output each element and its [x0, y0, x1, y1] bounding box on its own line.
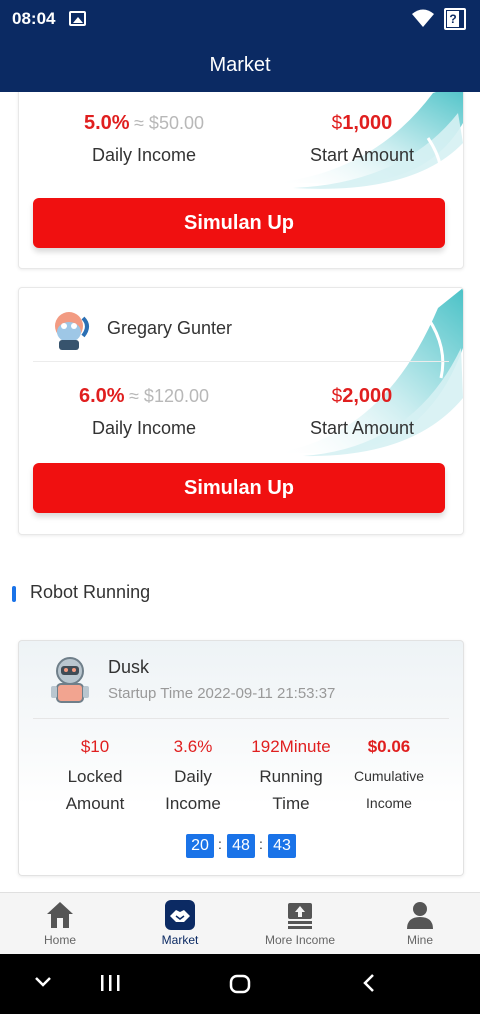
bottom-navigation: Home Market More Income Mine [0, 892, 480, 954]
section-title: Robot Running [30, 582, 151, 602]
running-robot-card[interactable]: Dusk Startup Time 2022-09-11 21:53:37 $1… [18, 640, 464, 876]
wifi-icon [412, 9, 434, 27]
daily-income-label: Daily Income [91, 145, 197, 165]
recent-apps-icon[interactable] [99, 974, 121, 992]
home-circle-icon[interactable] [229, 974, 251, 994]
start-amount-label: Start Amount [309, 418, 415, 438]
start-amount-value: 2,000 [342, 385, 393, 407]
owner-name: Gregary Gunter [107, 318, 233, 338]
market-content[interactable]: 5.0% ≈ $50.00 $1,000 Daily Income Start … [0, 92, 480, 892]
stat-cumulative-income: $0.06 Cumulative Income [339, 737, 439, 817]
back-icon[interactable] [362, 973, 376, 993]
daily-income-label: Daily Income [91, 418, 197, 438]
stat-daily-income: 3.6% Daily Income [143, 737, 243, 817]
home-icon [47, 902, 73, 928]
rate-approx: ≈ $50.00 [134, 113, 204, 133]
section-accent-bar [12, 586, 16, 602]
rate-approx: ≈ $120.00 [129, 386, 209, 406]
stat-locked-amount: $10 Locked Amount [45, 737, 145, 817]
start-amount-label: Start Amount [309, 145, 415, 165]
currency-symbol: $ [331, 386, 343, 407]
stat-value: 192Minute [251, 737, 331, 756]
plan-metrics: 6.0% ≈ $120.00 $2,000 Daily Income Start… [19, 385, 463, 445]
rate-value: 6.0% [79, 385, 125, 407]
robot-avatar-icon [55, 312, 89, 350]
nav-label: Home [43, 933, 76, 947]
robot-avatar-icon [51, 657, 89, 703]
simulan-up-button[interactable]: Simulan Up [33, 463, 445, 513]
stat-value: $0.06 [367, 737, 411, 756]
status-bar: 08:04 ? [0, 0, 480, 38]
battery-icon: ? [444, 8, 466, 30]
daily-rate: 5.0% ≈ $50.00 [19, 112, 269, 135]
start-amount: $1,000 [242, 112, 463, 135]
stat-label: Daily Income [165, 767, 221, 813]
simulan-up-button[interactable]: Simulan Up [33, 198, 445, 248]
stat-value: 3.6% [173, 737, 213, 756]
app-bar: Market [0, 38, 480, 92]
stat-label: Running Time [259, 767, 323, 813]
image-notification-icon [69, 11, 86, 26]
stat-label: Locked Amount [65, 767, 125, 813]
nav-label: Market [161, 933, 199, 947]
stat-value: $10 [80, 737, 110, 756]
timer-seconds: 43 [268, 834, 296, 858]
handshake-icon [165, 900, 195, 930]
plan-metrics: 5.0% ≈ $50.00 $1,000 Daily Income Start … [19, 112, 463, 172]
timer-hours: 20 [186, 834, 214, 858]
start-amount-value: 1,000 [342, 112, 393, 134]
daily-rate: 6.0% ≈ $120.00 [19, 385, 269, 408]
nav-label: More Income [264, 933, 336, 947]
chevron-down-icon[interactable] [34, 976, 52, 988]
plan-owner-row: Gregary Gunter [33, 298, 449, 362]
timer-minutes: 48 [227, 834, 255, 858]
status-time: 08:04 [12, 9, 56, 28]
nav-more-income[interactable]: More Income [240, 893, 360, 955]
robot-startup-time: Startup Time 2022-09-11 21:53:37 [108, 685, 336, 702]
system-navigation-bar [0, 954, 480, 1014]
robot-name: Dusk [108, 657, 150, 677]
start-amount: $2,000 [242, 385, 463, 408]
divider [33, 718, 449, 719]
nav-home[interactable]: Home [0, 893, 120, 955]
nav-mine[interactable]: Mine [360, 893, 480, 955]
timer-separator: : [218, 836, 222, 852]
money-stack-icon [288, 903, 312, 929]
stat-running-time: 192Minute Running Time [241, 737, 341, 817]
currency-symbol: $ [331, 113, 343, 134]
timer-separator: : [259, 836, 263, 852]
rate-value: 5.0% [84, 112, 130, 134]
stat-label: Cumulative Income [353, 768, 425, 811]
nav-label: Mine [406, 933, 433, 947]
battery-unknown-text: ? [447, 11, 459, 27]
plan-card: Gregary Gunter 6.0% ≈ $120.00 $2,000 Dai… [18, 287, 464, 535]
person-icon [407, 902, 433, 929]
nav-market[interactable]: Market [120, 893, 240, 955]
plan-card: 5.0% ≈ $50.00 $1,000 Daily Income Start … [18, 92, 464, 269]
page-title: Market [209, 54, 271, 76]
